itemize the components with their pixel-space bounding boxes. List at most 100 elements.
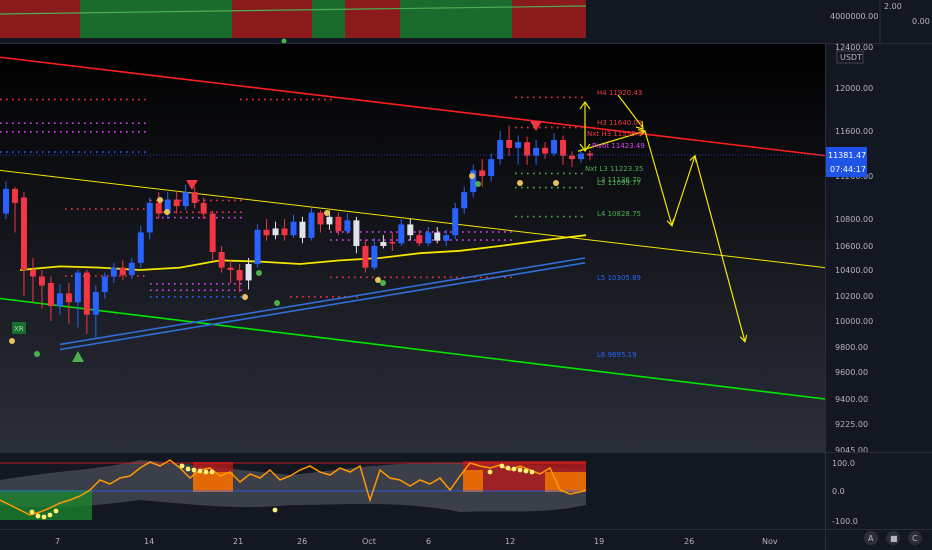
pivot-dot — [66, 151, 68, 153]
pivot-dot — [144, 98, 146, 101]
pivot-dot — [384, 231, 386, 233]
pivot-dot — [36, 122, 38, 124]
pivot-dot — [420, 231, 422, 233]
pivot-dot — [144, 131, 146, 133]
candle-body — [434, 232, 441, 241]
pivot-dot — [54, 151, 56, 153]
osc-dot — [41, 514, 47, 520]
candle-body — [3, 188, 9, 214]
pivot-dot — [216, 211, 218, 214]
candle-body — [20, 197, 27, 270]
pivot-dot — [240, 98, 242, 101]
signal-dot — [256, 270, 262, 276]
candle-body — [551, 140, 558, 154]
pivot-dot — [186, 216, 188, 219]
pivot-dot — [66, 122, 68, 124]
pivot-dot — [312, 98, 314, 101]
signal-dot — [164, 209, 170, 215]
signal-dot — [9, 338, 15, 344]
pivot-dot — [137, 208, 139, 210]
price-tick-label: 9225.00 — [835, 420, 868, 429]
trading-chart[interactable]: 4000000.00 2.00 0.00 H4 11920.43 H3 11640… — [0, 0, 932, 550]
pivot-dot — [222, 199, 224, 202]
pivot-dot — [282, 98, 284, 101]
pivot-dot — [330, 231, 332, 233]
osc-dot — [529, 469, 535, 475]
candle-body — [245, 264, 252, 281]
pivot-dot — [330, 276, 332, 279]
pivot-dot — [36, 98, 38, 101]
pivot-dot — [71, 208, 73, 210]
pivot-dot — [102, 98, 104, 101]
time-tick-label: 7 — [55, 537, 60, 546]
pivot-dot — [318, 98, 320, 101]
pivot-dot — [527, 172, 529, 175]
candle-body — [74, 272, 81, 303]
pivot-dot — [474, 231, 476, 233]
time-tick-label: 21 — [233, 537, 243, 546]
pivot-dot — [234, 211, 236, 214]
pivot-dot — [65, 208, 67, 210]
pivot-dot — [228, 199, 230, 202]
candle-body — [398, 224, 405, 244]
pivot-dot — [36, 131, 38, 133]
pivot-dot — [108, 151, 110, 153]
pivot-dot — [66, 98, 68, 101]
pivot-dot — [258, 98, 260, 101]
candle-body — [65, 293, 72, 303]
vol-right-label-1: 2.00 — [884, 2, 902, 11]
time-tick-label: Oct — [362, 537, 376, 546]
pivot-dot — [95, 275, 97, 277]
pivot-dot — [228, 289, 230, 292]
pivot-dot — [432, 231, 434, 233]
osc-dot — [179, 463, 185, 469]
osc-orange-zone-3 — [545, 472, 586, 492]
pivot-dot — [581, 215, 583, 218]
pivot-dot — [330, 239, 332, 241]
pivot-dot — [174, 283, 176, 285]
osc-green-zone — [0, 490, 92, 520]
pivot-dot — [326, 296, 328, 298]
vol-axis-label: 4000000.00 — [830, 12, 878, 21]
pivot-dot — [107, 208, 109, 210]
pivot-dot — [336, 276, 338, 279]
pivot-dot — [539, 215, 541, 218]
pivot-dot — [210, 289, 212, 292]
price-tick-label: 9600.00 — [835, 368, 868, 377]
pivot-dot — [234, 216, 236, 219]
pivot-dot — [60, 131, 62, 133]
pivot-dot — [480, 239, 482, 241]
pivot-dot — [192, 216, 194, 219]
pivot-dot — [438, 276, 440, 279]
pivot-dot — [290, 296, 292, 298]
pivot-dot — [396, 276, 398, 279]
pivot-dot — [168, 296, 170, 298]
pivot-dot — [102, 122, 104, 124]
pivot-dot — [204, 216, 206, 219]
candle-body — [587, 153, 593, 156]
pivot-dot — [240, 289, 242, 292]
osc-dot — [35, 513, 41, 519]
candle-body — [290, 221, 297, 236]
candle-body — [389, 241, 396, 244]
candle-body — [533, 147, 540, 156]
time-tick-label: 26 — [684, 537, 694, 546]
pivot-dot — [390, 231, 392, 233]
candle-body — [461, 192, 468, 209]
pivot-dot — [492, 239, 494, 241]
pivot-dot — [557, 215, 559, 218]
pivot-dot — [162, 211, 164, 214]
pivot-dot — [48, 151, 50, 153]
candle-body — [254, 229, 261, 264]
pivot-dot — [354, 276, 356, 279]
pivot-dot — [545, 126, 547, 129]
pivot-dot — [527, 215, 529, 218]
pivot-dot — [545, 215, 547, 218]
time-tick-label: 12 — [505, 537, 515, 546]
pivot-dot — [131, 208, 133, 210]
pivot-dot — [366, 276, 368, 279]
signal-dot — [34, 351, 40, 357]
candle-body — [380, 241, 387, 246]
pivot-dot — [545, 172, 547, 175]
pivot-dot — [180, 283, 182, 285]
